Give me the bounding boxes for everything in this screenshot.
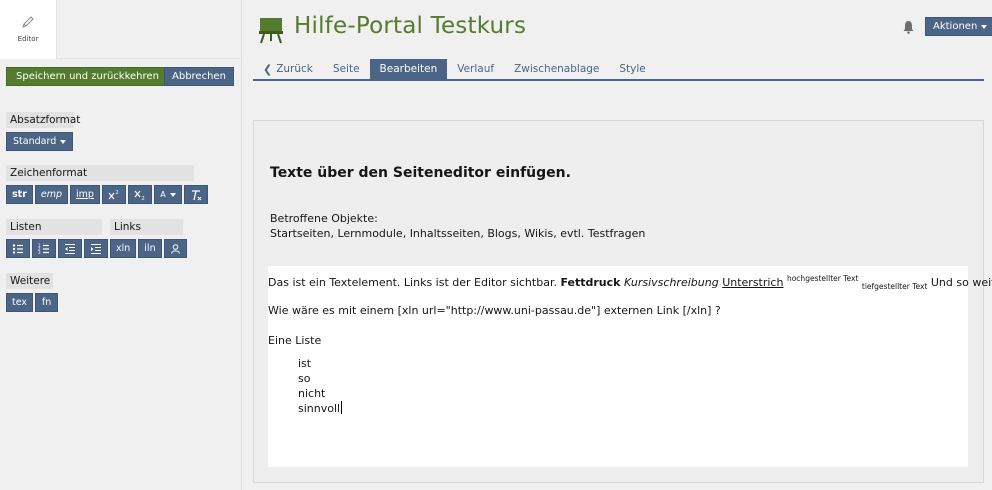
paragraph-format-value: Standard <box>13 136 57 147</box>
content-heading[interactable]: Texte über den Seiteneditor einfügen. <box>270 165 571 181</box>
paragraph-format-select[interactable]: Standard <box>6 132 74 151</box>
save-button-group: Speichern und zurückkehren <box>6 67 187 86</box>
tab-back[interactable]: ❮ Zurück <box>253 59 323 79</box>
save-and-return-button[interactable]: Speichern und zurückkehren <box>6 67 169 86</box>
editor-paragraph-1: Das ist ein Textelement. Links ist der E… <box>268 274 992 291</box>
bullet-list-button[interactable] <box>6 239 30 258</box>
text-cursor <box>341 401 343 414</box>
objects-paragraph[interactable]: Betroffene Objekte: Startseiten, Lernmod… <box>270 211 645 241</box>
editor-paragraph-3: Eine Liste <box>268 334 322 347</box>
list-item: ist <box>298 357 312 370</box>
links-label: Links <box>110 219 183 235</box>
clear-format-icon <box>191 189 202 200</box>
page-title: Hilfe-Portal Testkurs <box>294 13 527 39</box>
caret-down-icon <box>981 24 988 29</box>
lists-label: Listen <box>6 219 102 235</box>
internal-link-button[interactable]: iln <box>138 239 162 258</box>
objects-line-1: Betroffene Objekte: <box>270 212 378 225</box>
subscript-button[interactable]: 2 <box>127 185 152 204</box>
list-item: sinnvoll <box>298 401 343 415</box>
main-content: Hilfe-Portal Testkurs Aktionen ❮ Zurück S… <box>243 0 992 490</box>
tab-bar: ❮ Zurück Seite Bearbeiten Verlauf Zwische… <box>253 59 984 81</box>
tab-style[interactable]: Style <box>609 59 655 79</box>
svg-text:2: 2 <box>115 190 118 196</box>
superscript-button[interactable]: 2 <box>101 185 126 204</box>
user-icon <box>170 244 180 254</box>
caret-down-icon <box>60 139 67 144</box>
chevron-left-icon: ❮ <box>263 62 273 76</box>
subscript-text: tiefgestellter Text <box>861 282 928 291</box>
user-link-button[interactable] <box>163 239 187 258</box>
editor-tab-label: Editor <box>17 35 39 43</box>
important-button[interactable]: imp <box>70 185 100 204</box>
tab-history[interactable]: Verlauf <box>447 59 504 79</box>
tab-clipboard[interactable]: Zwischenablage <box>504 59 609 79</box>
pencil-icon <box>22 16 34 28</box>
bold-text: Fettdruck <box>560 276 621 289</box>
paragraph-format-label: Absatzformat <box>6 112 80 128</box>
italic-text: Kursivschreibung <box>623 276 719 289</box>
text-editor-area[interactable]: Das ist ein Textelement. Links ist der E… <box>268 266 992 467</box>
svg-text:2: 2 <box>141 196 144 201</box>
superscript-icon: 2 <box>108 190 119 199</box>
divider <box>57 58 242 59</box>
svg-text:3: 3 <box>38 250 41 255</box>
list-item: so <box>298 372 311 385</box>
clear-format-button[interactable] <box>183 185 208 204</box>
numbered-list-icon: 123 <box>38 243 49 255</box>
editor-sidebar: Editor Speichern und zurückkehren Abbrec… <box>0 0 242 490</box>
outdent-button[interactable] <box>58 239 82 258</box>
bell-icon[interactable] <box>902 20 915 34</box>
editor-list: ist so nicht sinnvoll <box>298 356 343 416</box>
list-item: nicht <box>298 387 326 400</box>
cancel-button[interactable]: Abbrechen <box>164 67 234 86</box>
editor-tab[interactable]: Editor <box>0 0 57 59</box>
indent-button[interactable] <box>84 239 108 258</box>
indent-icon <box>91 243 101 254</box>
character-format-label: Zeichenformat <box>6 165 194 181</box>
emphasis-button[interactable]: emp <box>34 185 69 204</box>
editor-paragraph-2: Wie wäre es mit einem [xln url="http://w… <box>268 304 721 317</box>
more-label: Weitere <box>6 273 53 289</box>
page-editor-canvas: Texte über den Seiteneditor einfügen. Be… <box>253 120 992 483</box>
caret-down-icon <box>169 192 176 197</box>
tab-page[interactable]: Seite <box>323 59 370 79</box>
strong-button[interactable]: str <box>6 185 33 204</box>
objects-line-2: Startseiten, Lernmodule, Inhaltsseiten, … <box>270 227 646 240</box>
underline-text: Unterstrich <box>722 276 784 289</box>
tab-edit[interactable]: Bearbeiten <box>369 59 448 79</box>
superscript-text: hochgestellter Text <box>786 274 859 283</box>
subscript-icon: 2 <box>134 190 145 201</box>
footnote-button[interactable]: fn <box>35 293 59 312</box>
tex-button[interactable]: tex <box>6 293 34 312</box>
more-formats-dropdown[interactable]: A <box>153 185 182 204</box>
bullet-list-icon <box>12 243 23 254</box>
actions-dropdown[interactable]: Aktionen <box>925 17 992 36</box>
board-icon <box>259 18 283 44</box>
outdent-icon <box>65 243 75 254</box>
external-link-button[interactable]: xln <box>110 239 137 258</box>
numbered-list-button[interactable]: 123 <box>32 239 56 258</box>
